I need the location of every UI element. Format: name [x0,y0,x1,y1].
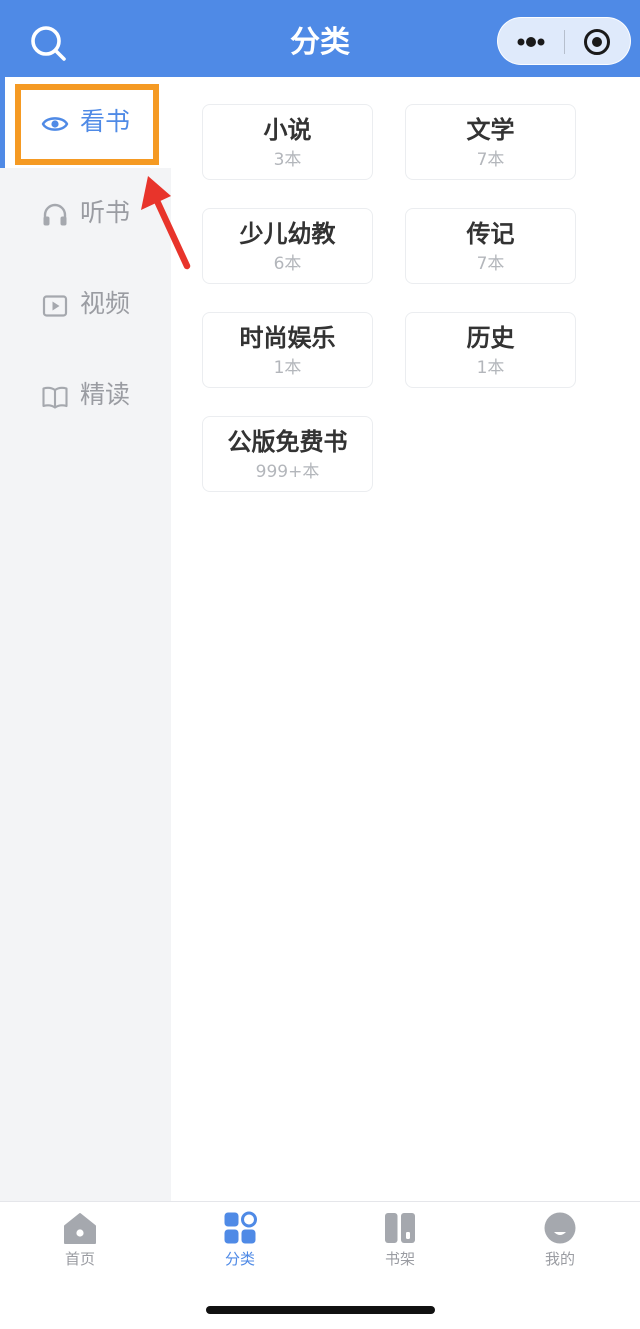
category-count: 7本 [476,254,505,274]
open-book-icon [42,386,68,409]
sidebar-item-label: 看书 [80,107,131,136]
category-name: 时尚娱乐 [239,324,336,352]
sidebar-item-label: 精读 [80,380,131,409]
category-card[interactable]: 传记 7本 [405,208,576,284]
category-count: 3本 [273,150,302,170]
tab-bookshelf[interactable]: 书架 [320,1202,480,1292]
more-dots-icon [517,37,545,47]
category-name: 小说 [263,116,312,144]
category-name: 历史 [466,324,515,352]
search-icon [31,26,66,61]
category-card[interactable]: 时尚娱乐 1本 [202,312,373,388]
video-play-icon [42,295,68,317]
category-card[interactable]: 少儿幼教 6本 [202,208,373,284]
category-count: 6本 [273,254,302,274]
home-icon [64,1213,96,1244]
sidebar-item-label: 听书 [80,198,131,227]
active-indicator [0,77,5,168]
home-indicator [206,1306,435,1314]
category-count: 1本 [273,358,302,378]
sidebar-item-read[interactable]: 看书 [0,77,171,168]
tab-home[interactable]: 首页 [0,1202,160,1292]
more-button[interactable] [498,18,564,66]
profile-face-icon [544,1212,576,1244]
sidebar-item-video[interactable]: 视频 [0,259,171,350]
close-mini-program-button[interactable] [565,18,631,66]
tab-profile[interactable]: 我的 [480,1202,640,1292]
tab-category[interactable]: 分类 [160,1202,320,1292]
category-card[interactable]: 文学 7本 [405,104,576,180]
category-name: 传记 [466,220,515,248]
category-card[interactable]: 公版免费书 999+本 [202,416,373,492]
category-count: 1本 [476,358,505,378]
tab-label: 分类 [224,1250,255,1268]
headphones-icon [43,203,67,226]
target-close-icon [584,29,610,55]
tab-label: 书架 [384,1250,415,1268]
category-sidebar: 看书 听书 视频 精读 [0,77,171,1201]
category-count: 7本 [476,150,505,170]
sidebar-item-intensive-read[interactable]: 精读 [0,350,171,441]
search-button[interactable] [26,20,72,66]
tab-label: 首页 [64,1250,95,1268]
page: 分类 看书 听书 视频 精读 小说 3本 文学 7本 少儿幼教 6本 传记 7本… [0,0,640,1329]
category-name: 文学 [466,116,515,144]
category-card[interactable]: 历史 1本 [405,312,576,388]
tab-label: 我的 [544,1250,575,1268]
category-name: 少儿幼教 [239,220,336,248]
bookshelf-icon [385,1213,415,1243]
category-name: 公版免费书 [227,428,348,456]
sidebar-item-label: 视频 [80,289,131,318]
category-card[interactable]: 小说 3本 [202,104,373,180]
nav-header: 分类 [0,0,640,77]
category-grid-icon [224,1211,257,1244]
eye-icon [41,117,69,131]
category-count: 999+本 [255,462,320,482]
mini-program-capsule [497,17,631,65]
sidebar-item-listen[interactable]: 听书 [0,168,171,259]
